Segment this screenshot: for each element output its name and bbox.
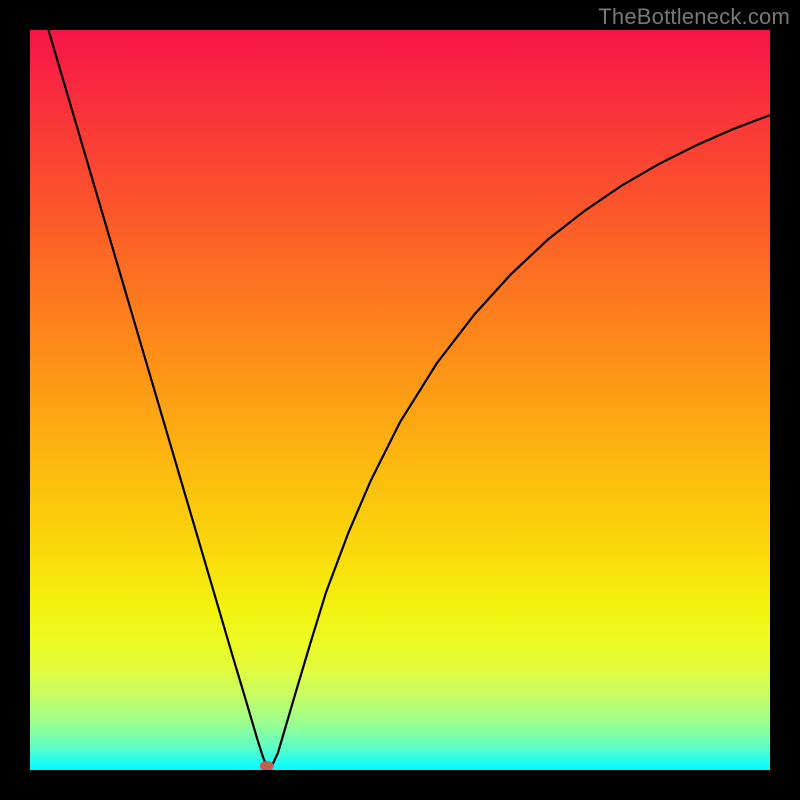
chart-frame: TheBottleneck.com	[0, 0, 800, 800]
chart-curve-svg	[30, 30, 770, 770]
chart-marker	[260, 761, 274, 770]
chart-plot-area	[30, 30, 770, 770]
watermark-label: TheBottleneck.com	[598, 4, 790, 30]
chart-curve	[49, 30, 771, 768]
